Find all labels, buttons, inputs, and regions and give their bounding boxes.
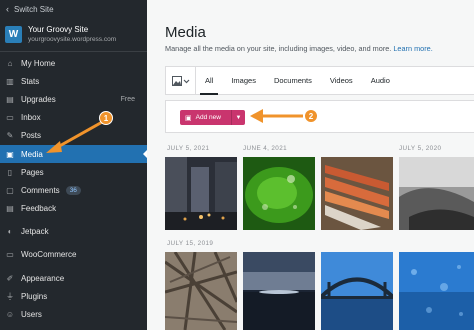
callout-number-1: 1: [99, 111, 113, 125]
annotation-arrows: [46, 109, 303, 153]
callout-number-2: 2: [304, 109, 318, 123]
